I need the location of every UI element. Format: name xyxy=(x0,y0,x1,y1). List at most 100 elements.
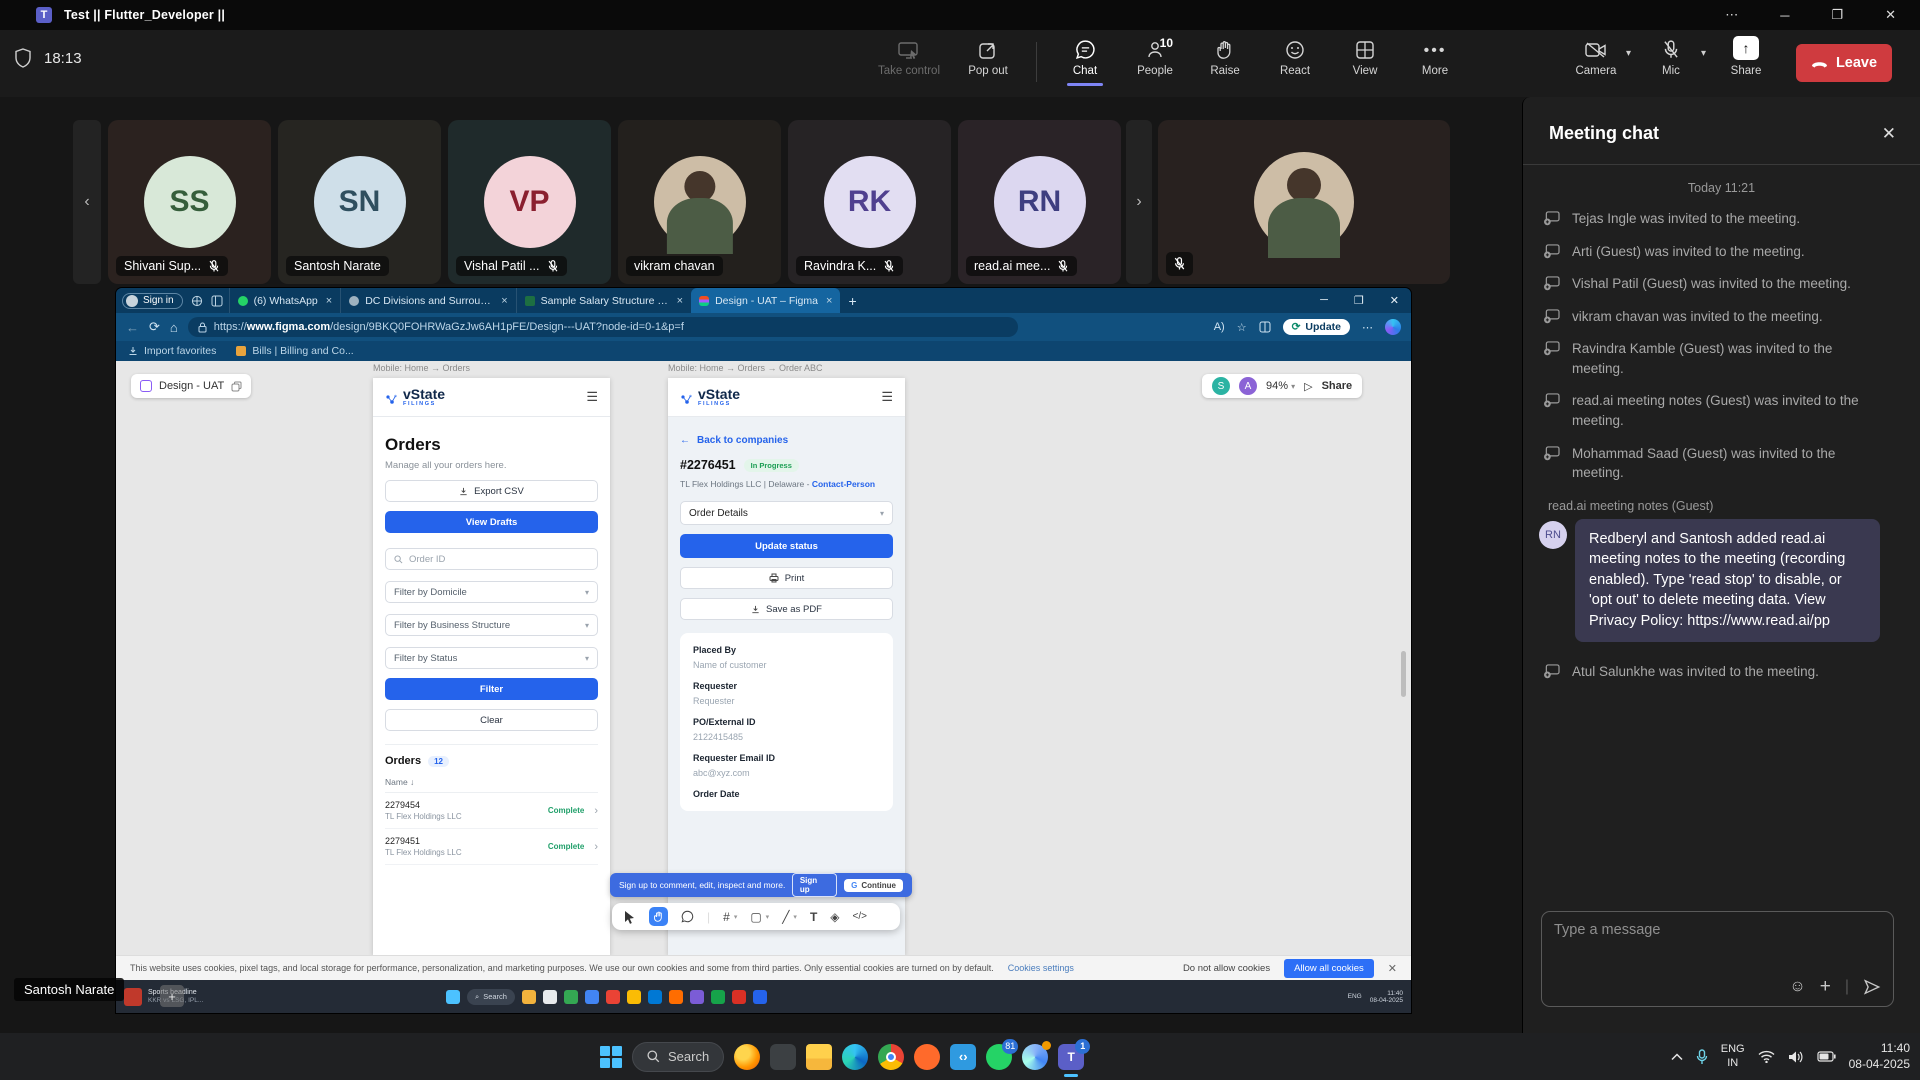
share-button[interactable]: ↑ Share xyxy=(1724,38,1768,77)
copilot-icon[interactable] xyxy=(1385,319,1401,335)
app-icon[interactable] xyxy=(564,990,578,1004)
scroll-participants-left-button[interactable]: ‹ xyxy=(73,120,101,284)
deny-cookies-link[interactable]: Do not allow cookies xyxy=(1183,963,1270,974)
tray-mic-icon[interactable] xyxy=(1696,1049,1708,1065)
minimize-button[interactable]: ─ xyxy=(1780,8,1789,23)
brave-icon[interactable] xyxy=(914,1044,940,1070)
home-icon[interactable]: ⌂ xyxy=(170,320,178,335)
frame-tool-icon[interactable]: # xyxy=(723,910,730,924)
chat-message-input[interactable]: Type a message ☺ + | xyxy=(1541,911,1894,1007)
spotlight-participant-tile[interactable] xyxy=(1158,120,1450,284)
export-csv-button[interactable]: Export CSV xyxy=(385,480,598,502)
comment-tool-icon[interactable] xyxy=(681,910,694,923)
back-icon[interactable]: ← xyxy=(126,320,139,335)
filter-business-structure-dropdown[interactable]: Filter by Business Structure▾ xyxy=(385,614,598,636)
refresh-icon[interactable]: ⟳ xyxy=(149,319,160,335)
browser-close-icon[interactable]: ✕ xyxy=(1390,294,1399,307)
whatsapp-icon[interactable]: 81 xyxy=(986,1044,1012,1070)
participant-tile[interactable]: RN read.ai mee... xyxy=(958,120,1121,284)
workspaces-icon[interactable] xyxy=(191,295,203,307)
favorite-star-icon[interactable]: ☆ xyxy=(1237,321,1247,334)
participant-tile[interactable]: RK Ravindra K... xyxy=(788,120,951,284)
figma-doc-title-pill[interactable]: Design - UAT xyxy=(131,374,251,398)
teams-taskbar-icon[interactable]: T 1 xyxy=(1058,1044,1084,1070)
taskbar-clock[interactable]: 11:4008-04-2025 xyxy=(1849,1041,1910,1072)
mini-system-tray[interactable]: ENG 11:40 08-04-2025 xyxy=(1348,990,1403,1004)
text-tool-icon[interactable]: T xyxy=(810,910,817,924)
favorite-bills-folder[interactable]: Bills | Billing and Co... xyxy=(236,345,353,357)
pop-out-button[interactable]: Pop out xyxy=(966,38,1010,77)
cookies-settings-link[interactable]: Cookies settings xyxy=(1008,963,1074,973)
pen-tool-icon[interactable]: ╱ xyxy=(782,910,789,924)
tab-close-icon[interactable]: × xyxy=(826,295,832,307)
file-explorer-icon[interactable] xyxy=(806,1044,832,1070)
raise-hand-button[interactable]: Raise xyxy=(1203,38,1247,77)
clear-button[interactable]: Clear xyxy=(385,709,598,731)
app-icon[interactable] xyxy=(627,990,641,1004)
react-button[interactable]: React xyxy=(1273,38,1317,77)
app-icon[interactable] xyxy=(690,990,704,1004)
move-tool-icon[interactable] xyxy=(624,910,636,924)
browser-profile-button[interactable]: Sign in xyxy=(122,293,183,309)
more-button[interactable]: ••• More xyxy=(1413,38,1457,77)
import-favorites-button[interactable]: Import favorites xyxy=(128,345,216,357)
firefox-icon[interactable] xyxy=(734,1044,760,1070)
edge-icon[interactable] xyxy=(842,1044,868,1070)
chrome-icon[interactable] xyxy=(878,1044,904,1070)
contact-person-link[interactable]: Contact-Person xyxy=(812,479,875,489)
order-row[interactable]: 2279454TL Flex Holdings LLC Complete › xyxy=(385,793,598,829)
participant-tile[interactable]: SN Santosh Narate xyxy=(278,120,441,284)
filter-status-dropdown[interactable]: Filter by Status▾ xyxy=(385,647,598,669)
app-icon[interactable] xyxy=(648,990,662,1004)
split-screen-icon[interactable] xyxy=(1259,321,1271,333)
language-indicator[interactable]: ENGIN xyxy=(1721,1043,1745,1071)
collaborator-avatar[interactable]: A xyxy=(1239,377,1257,395)
zoom-level-dropdown[interactable]: 94% ▾ xyxy=(1266,380,1295,392)
wifi-icon[interactable] xyxy=(1758,1050,1775,1063)
view-drafts-button[interactable]: View Drafts xyxy=(385,511,598,533)
canvas-scrollbar[interactable] xyxy=(1401,651,1406,697)
vertical-tabs-icon[interactable] xyxy=(211,295,223,307)
tab-close-icon[interactable]: × xyxy=(501,295,507,307)
tab-close-icon[interactable]: × xyxy=(326,295,332,307)
hamburger-menu-icon[interactable]: ☰ xyxy=(586,389,598,405)
order-details-dropdown[interactable]: Order Details▾ xyxy=(680,501,893,525)
name-column-header[interactable]: Name ↓ xyxy=(385,777,598,793)
dev-mode-icon[interactable]: </> xyxy=(853,911,867,922)
chat-close-icon[interactable]: ✕ xyxy=(1882,124,1896,144)
new-tab-button[interactable]: + xyxy=(848,293,856,309)
figma-share-button[interactable]: Share xyxy=(1322,380,1353,392)
mic-button[interactable]: Mic xyxy=(1649,38,1693,77)
browser-maximize-icon[interactable]: ❐ xyxy=(1354,294,1364,307)
app-icon[interactable] xyxy=(711,990,725,1004)
print-button[interactable]: Print xyxy=(680,567,893,589)
figma-frame-orders[interactable]: vStateFILINGS ☰ Orders Manage all your o… xyxy=(373,378,610,955)
read-aloud-icon[interactable]: A) xyxy=(1214,321,1225,333)
hand-tool-icon[interactable] xyxy=(649,907,668,926)
collaborator-avatar[interactable]: S xyxy=(1212,377,1230,395)
app-icon[interactable] xyxy=(669,990,683,1004)
start-button[interactable] xyxy=(600,1046,622,1068)
figma-canvas[interactable]: Design - UAT S A 94% ▾ ▷ Share Mobile: H… xyxy=(116,361,1411,955)
close-button[interactable]: ✕ xyxy=(1885,7,1896,23)
tray-chevron-icon[interactable] xyxy=(1671,1053,1683,1061)
volume-icon[interactable] xyxy=(1788,1050,1804,1064)
attach-plus-icon[interactable]: + xyxy=(1820,976,1831,998)
app-icon[interactable] xyxy=(585,990,599,1004)
mic-options-chevron-icon[interactable]: ▾ xyxy=(1701,48,1706,77)
search-pill[interactable]: ⌕ Search xyxy=(467,989,515,1005)
prototype-play-icon[interactable]: ▷ xyxy=(1304,380,1312,393)
component-tool-icon[interactable]: ◈ xyxy=(830,910,839,924)
notepad-icon[interactable] xyxy=(770,1044,796,1070)
send-icon[interactable] xyxy=(1863,978,1881,996)
hamburger-menu-icon[interactable]: ☰ xyxy=(881,389,893,405)
filter-domicile-dropdown[interactable]: Filter by Domicile▾ xyxy=(385,581,598,603)
browser-minimize-icon[interactable]: ─ xyxy=(1320,294,1328,307)
emoji-icon[interactable]: ☺ xyxy=(1789,978,1805,996)
frame-label[interactable]: Mobile: Home → Orders xyxy=(373,363,470,373)
app-icon[interactable] xyxy=(522,990,536,1004)
update-status-button[interactable]: Update status xyxy=(680,534,893,558)
app-icon[interactable] xyxy=(753,990,767,1004)
people-button[interactable]: 10 People xyxy=(1133,38,1177,77)
leave-button[interactable]: Leave xyxy=(1796,44,1892,82)
